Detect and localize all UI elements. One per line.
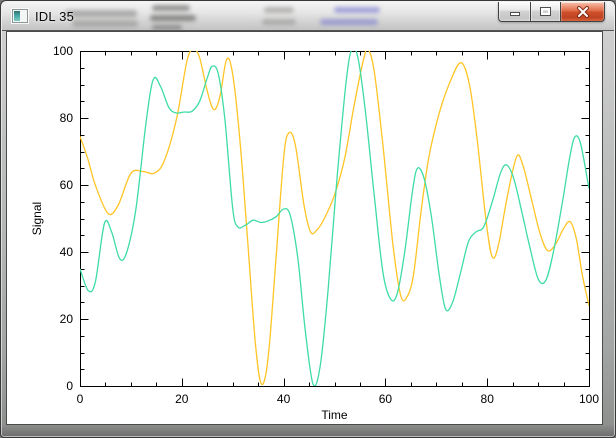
x-tick-label: 20 (175, 392, 189, 406)
client-area: 0 20 40 60 80 100 0 20 40 60 80 100 Time Signal (6, 31, 603, 425)
titlebar[interactable]: IDL 35 (2, 2, 614, 31)
x-tick-label: 40 (277, 392, 291, 406)
x-tick-label: 60 (379, 392, 393, 406)
series-line-teal-signal (80, 51, 589, 386)
close-button[interactable] (561, 2, 605, 22)
minimize-button[interactable] (498, 2, 530, 22)
idl-window-icon[interactable] (12, 9, 28, 23)
minimize-icon (509, 11, 520, 16)
idl-icon-pane (14, 11, 20, 21)
axis-frame (80, 51, 590, 387)
x-axis-title: Time (321, 408, 348, 422)
y-tick-label: 60 (60, 178, 74, 192)
window-title: IDL 35 (35, 9, 75, 24)
y-axis-title: Signal (30, 202, 44, 235)
y-tick-label: 40 (60, 245, 74, 259)
y-tick-label: 100 (53, 44, 73, 58)
maximize-button[interactable] (530, 2, 561, 22)
y-tick-label: 20 (60, 312, 74, 326)
y-tick-label: 80 (60, 111, 74, 125)
window-controls (498, 2, 605, 22)
signal-plot: 0 20 40 60 80 100 0 20 40 60 80 100 Time Signal (30, 44, 599, 422)
idl-window: IDL 35 0 20 40 60 80 100 0 20 40 60 80 1… (0, 0, 616, 438)
x-tick-label: 100 (579, 392, 599, 406)
x-tick-label: 80 (481, 392, 495, 406)
y-tick-label: 0 (66, 379, 73, 393)
maximize-icon (540, 7, 551, 16)
close-icon (576, 5, 589, 18)
x-tick-label: 0 (77, 392, 84, 406)
